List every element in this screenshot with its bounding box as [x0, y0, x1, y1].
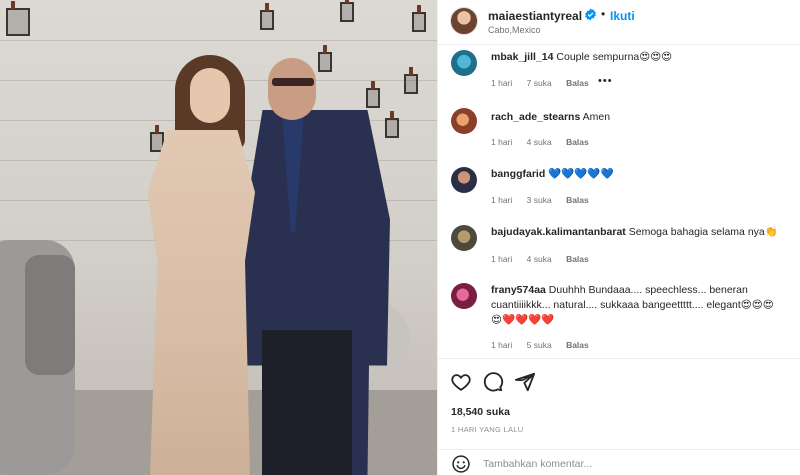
comment-time[interactable]: 1 hari	[491, 78, 512, 88]
wall-lantern	[6, 1, 30, 36]
comment-username[interactable]: rach_ade_stearns	[491, 111, 580, 123]
comment-time[interactable]: 1 hari	[491, 137, 512, 147]
add-comment-input[interactable]	[483, 453, 783, 475]
author-username[interactable]: maiaestiantyreal	[488, 9, 582, 23]
post-actions: 18,540 suka 1 HARI YANG LALU	[438, 358, 800, 475]
comment-text: Semoga bahagia selama nya👏	[628, 226, 778, 238]
man-glasses	[272, 78, 314, 86]
commenter-avatar[interactable]	[451, 283, 477, 309]
sofa-cushion	[25, 255, 75, 375]
comment-likes[interactable]: 7 suka	[527, 78, 552, 88]
comment-icon[interactable]	[482, 371, 504, 393]
wall-lantern	[340, 0, 354, 22]
comment-meta: 1 hari 7 suka Balas	[491, 78, 601, 88]
commenter-avatar[interactable]	[451, 50, 477, 76]
comment-body: bajudayak.kalimantanbarat Semoga bahagia…	[491, 225, 791, 240]
comment-username[interactable]: frany574aa	[491, 284, 546, 296]
post-side-panel: maiaestiantyreal • Ikuti Cabo,Mexico mba…	[437, 0, 800, 475]
comment-text: Amen	[582, 111, 611, 123]
comment-likes[interactable]: 4 suka	[527, 254, 552, 264]
wall-lantern	[318, 45, 332, 72]
reply-button[interactable]: Balas	[566, 78, 589, 88]
reply-button[interactable]: Balas	[566, 137, 589, 147]
post-header: maiaestiantyreal • Ikuti Cabo,Mexico	[438, 0, 800, 45]
comment-likes[interactable]: 4 suka	[527, 137, 552, 147]
comments-list[interactable]: mbak_jill_14 Couple sempurna😍😍😍 1 hari 7…	[438, 45, 800, 358]
comment-meta: 1 hari 5 suka Balas	[491, 340, 601, 350]
heart-icon[interactable]	[450, 371, 472, 393]
wall-lantern	[385, 111, 399, 138]
comment-likes[interactable]: 5 suka	[527, 340, 552, 350]
man-pants	[262, 330, 352, 475]
instagram-post-view: maiaestiantyreal • Ikuti Cabo,Mexico mba…	[0, 0, 800, 475]
comment-body: rach_ade_stearns Amen	[491, 110, 791, 125]
commenter-avatar[interactable]	[451, 108, 477, 134]
comment-likes[interactable]: 3 suka	[527, 195, 552, 205]
comment-text: Couple sempurna😍😍😍	[556, 51, 673, 63]
comment-time[interactable]: 1 hari	[491, 195, 512, 205]
comment-meta: 1 hari 4 suka Balas	[491, 137, 601, 147]
post-location[interactable]: Cabo,Mexico	[488, 25, 541, 35]
more-options-icon[interactable]: •••	[598, 75, 613, 87]
follow-button[interactable]: Ikuti	[610, 9, 635, 23]
comment-time[interactable]: 1 hari	[491, 340, 512, 350]
post-date: 1 HARI YANG LALU	[451, 425, 524, 434]
comment-username[interactable]: banggfarid	[491, 168, 545, 180]
reply-button[interactable]: Balas	[566, 195, 589, 205]
wall-lantern	[366, 81, 380, 108]
commenter-avatar[interactable]	[451, 167, 477, 193]
comment-meta: 1 hari 3 suka Balas	[491, 195, 601, 205]
commenter-avatar[interactable]	[451, 225, 477, 251]
post-photo[interactable]	[0, 0, 437, 475]
wall-line	[0, 40, 437, 41]
share-icon[interactable]	[514, 371, 536, 393]
emoji-icon[interactable]	[451, 454, 471, 474]
comment-body: banggfarid 💙💙💙💙💙	[491, 167, 791, 182]
comment-username[interactable]: bajudayak.kalimantanbarat	[491, 226, 626, 238]
author-avatar[interactable]	[450, 7, 478, 35]
wall-lantern	[412, 5, 426, 32]
man-head	[268, 58, 316, 120]
wall-lantern	[260, 3, 274, 30]
comment-body: mbak_jill_14 Couple sempurna😍😍😍	[491, 50, 791, 65]
wall-lantern	[404, 67, 418, 94]
verified-badge-icon	[585, 8, 596, 21]
comment-text: 💙💙💙💙💙	[548, 168, 614, 180]
comment-username[interactable]: mbak_jill_14	[491, 51, 553, 63]
comment-time[interactable]: 1 hari	[491, 254, 512, 264]
add-comment-bar	[438, 449, 800, 475]
header-separator: •	[601, 7, 606, 21]
comment-body: frany574aa Duuhhh Bundaaa.... speechless…	[491, 283, 787, 328]
woman-face	[190, 68, 230, 123]
comment-meta: 1 hari 4 suka Balas	[491, 254, 601, 264]
reply-button[interactable]: Balas	[566, 254, 589, 264]
reply-button[interactable]: Balas	[566, 340, 589, 350]
likes-count[interactable]: 18,540 suka	[451, 406, 510, 418]
